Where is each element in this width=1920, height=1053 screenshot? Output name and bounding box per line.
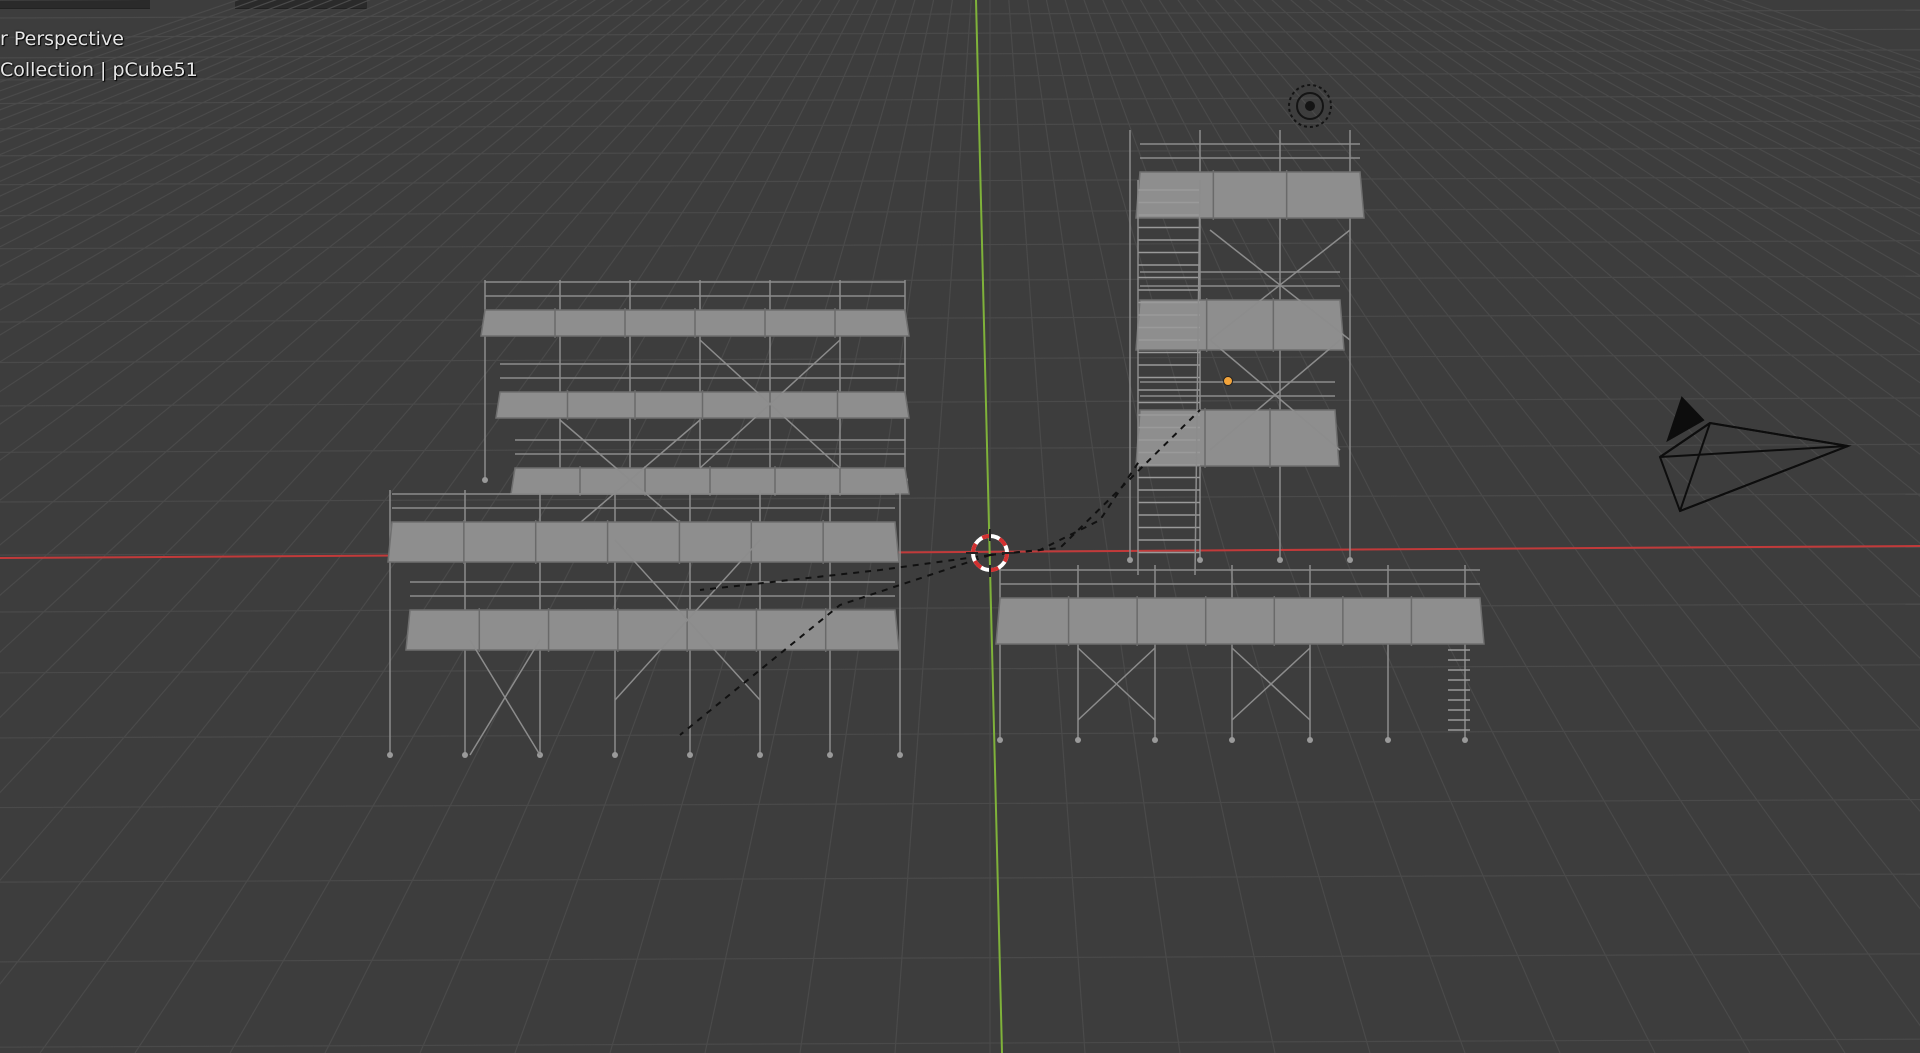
- scaffold-deck[interactable]: [387, 521, 900, 563]
- scaffold-deck[interactable]: [1135, 299, 1345, 351]
- origin-dot-icon[interactable]: [1223, 376, 1233, 386]
- collection-label: Collection | pCube51: [0, 59, 198, 81]
- view-mode-label: r Perspective: [0, 28, 124, 50]
- y-axis-line: [975, 0, 1003, 1053]
- scaffold-deck[interactable]: [1135, 171, 1365, 219]
- viewport-scene[interactable]: [0, 0, 1920, 1053]
- relationship-lines: [679, 409, 1201, 736]
- scaffold-deck[interactable]: [1135, 409, 1340, 467]
- scaffold-structures[interactable]: [387, 130, 1485, 758]
- floor-grid: [0, 0, 1920, 1053]
- 3d-viewport[interactable]: r Perspective Collection | pCube51: [0, 0, 1920, 1053]
